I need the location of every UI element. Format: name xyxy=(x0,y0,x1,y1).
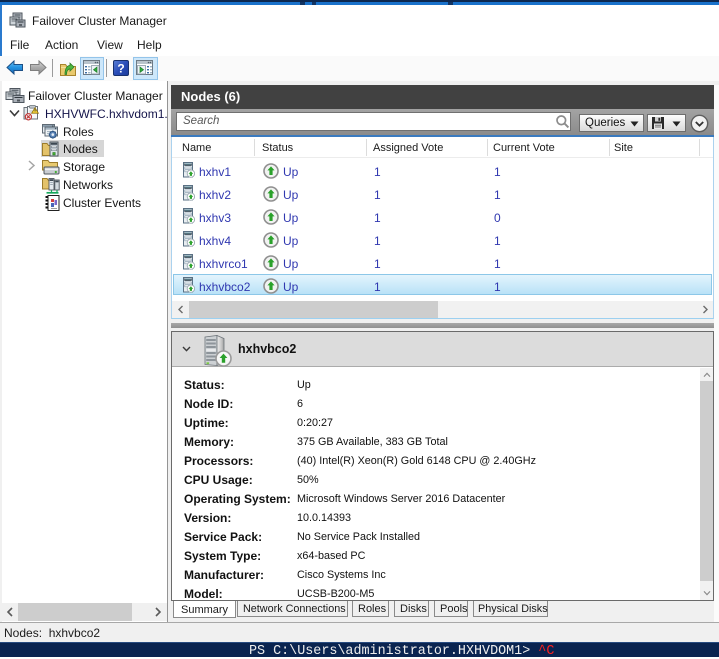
svg-text:?: ? xyxy=(117,62,124,76)
